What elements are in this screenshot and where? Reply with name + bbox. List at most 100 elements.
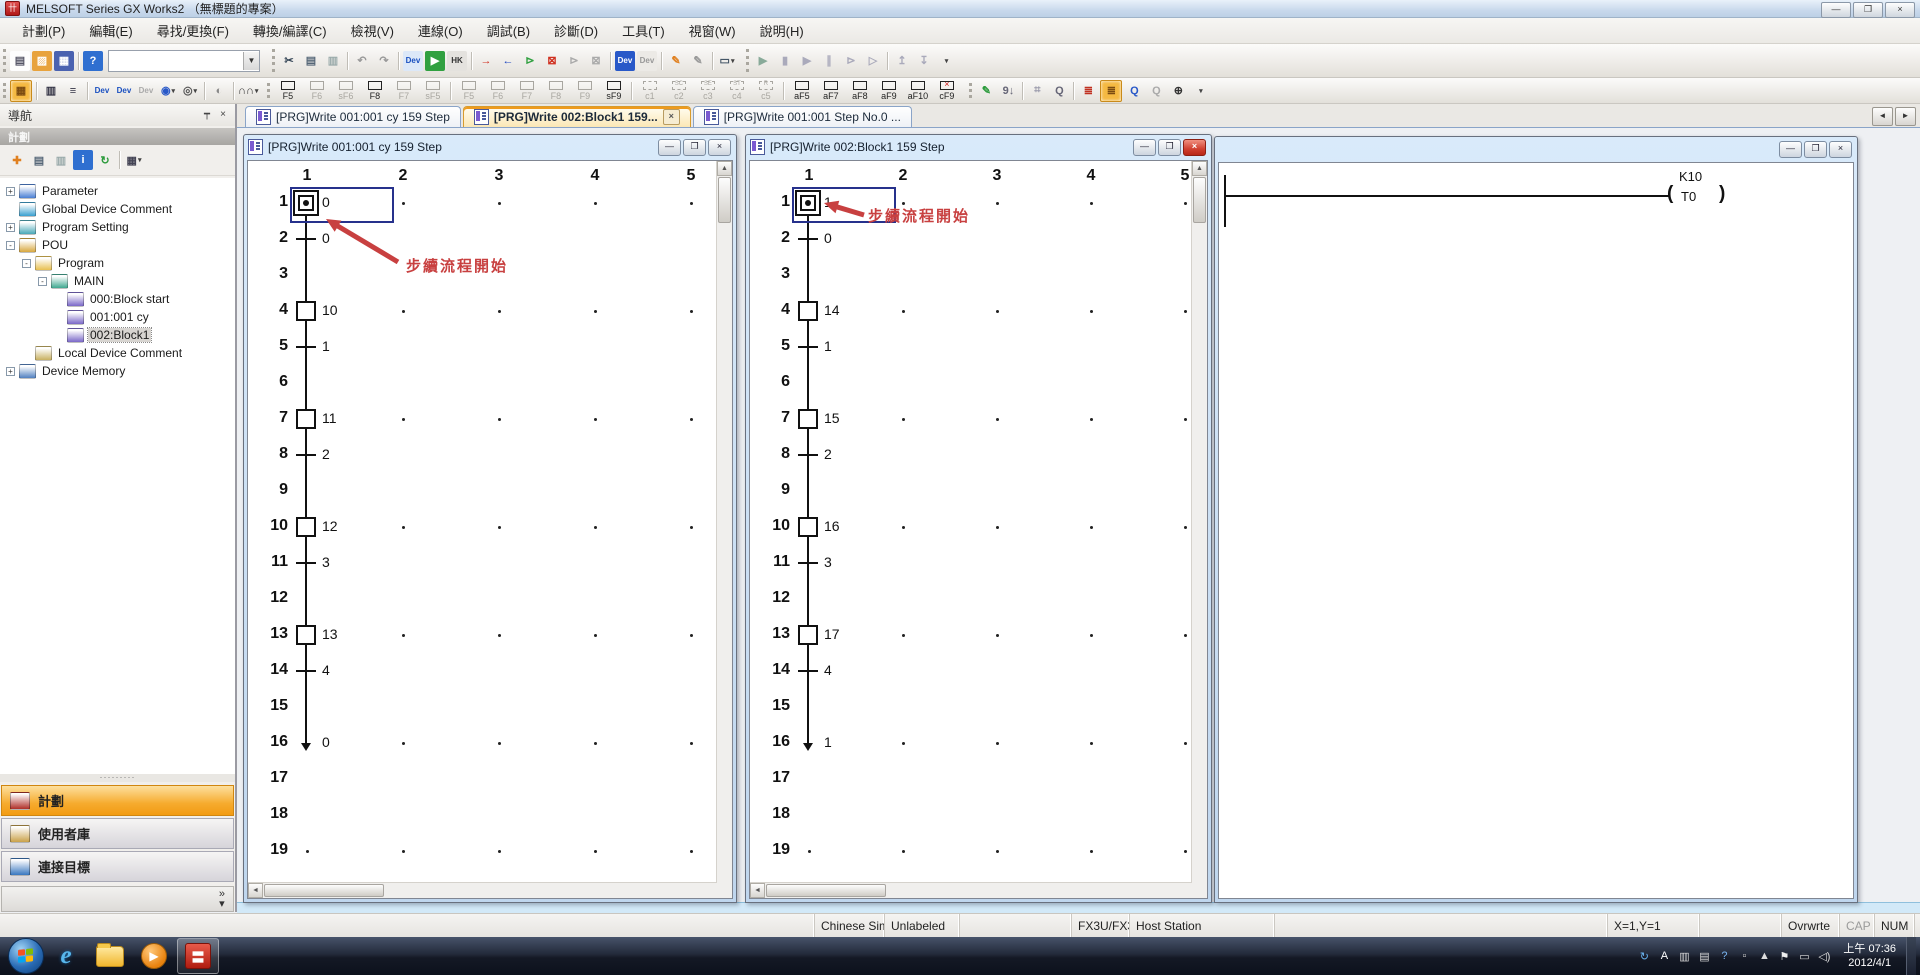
nav-sort-device-icon[interactable]: ▦▾ xyxy=(124,150,144,170)
scroll-up-icon[interactable]: ▲ xyxy=(717,161,732,176)
splitter-handle[interactable]: ········· xyxy=(0,774,235,782)
sfc-symbol-button-aF10[interactable]: aF10 xyxy=(903,79,932,102)
sfc-step[interactable] xyxy=(798,517,818,537)
ladder-window-titlebar[interactable]: —❐× xyxy=(1215,137,1857,161)
scrollbar-thumb[interactable] xyxy=(718,177,731,223)
sfc-transition[interactable] xyxy=(296,238,316,240)
document-tab-2[interactable]: [PRG]Write 002:Block1 159...× xyxy=(463,106,691,127)
tab-close-icon[interactable]: × xyxy=(663,109,680,125)
modify-value-icon[interactable]: HK xyxy=(447,51,467,71)
open-project-icon[interactable]: ▨ xyxy=(32,51,52,71)
nav-view-user-library-button[interactable]: 使用者庫 xyxy=(1,818,234,849)
child-minimize-button[interactable]: — xyxy=(1133,139,1156,156)
sfc-symbol-button-aF5[interactable]: aF5 xyxy=(787,79,816,102)
collapse-minus-icon[interactable]: - xyxy=(22,259,31,268)
explorer-folder-icon[interactable] xyxy=(89,938,131,974)
vertical-scrollbar[interactable]: ▲ xyxy=(1191,161,1207,883)
chevron-more-icon[interactable]: »▾ xyxy=(219,889,225,909)
nav-view-project-button[interactable]: 計劃 xyxy=(1,785,234,816)
tray-volume-icon[interactable]: ◁) xyxy=(1815,947,1833,965)
window-list-combo[interactable]: ▼ xyxy=(108,50,260,72)
sfc-step[interactable] xyxy=(798,301,818,321)
scan-up-icon[interactable]: ↥ xyxy=(892,51,912,71)
tab-scroll-left-icon[interactable]: ◄ xyxy=(1872,107,1893,126)
sfc-edit-area[interactable]: 1234512345678910111213141516171819001234… xyxy=(248,161,717,883)
child-restore-button[interactable]: ❐ xyxy=(683,139,706,156)
sfc-symbol-button-F8[interactable]: F8 xyxy=(360,79,389,102)
tree-item-002-block1[interactable]: 002:Block1 xyxy=(0,326,235,344)
tree-item-program-setting[interactable]: +Program Setting xyxy=(0,218,235,236)
show-desktop-button[interactable] xyxy=(1906,937,1916,975)
sfc-transition[interactable] xyxy=(296,454,316,456)
sfc-transition[interactable] xyxy=(296,346,316,348)
minimize-button[interactable]: — xyxy=(1821,2,1851,18)
sfc-step[interactable] xyxy=(296,625,316,645)
vertical-scrollbar[interactable]: ▲ xyxy=(716,161,732,883)
exec-find-icon[interactable]: ⊳ xyxy=(841,51,861,71)
sfc-block-list-icon[interactable]: ⌗ xyxy=(1027,81,1047,101)
copy-icon[interactable]: ▤ xyxy=(301,51,321,71)
toolbar-options-icon[interactable]: ▾ xyxy=(936,51,956,71)
expand-plus-icon[interactable]: + xyxy=(6,367,15,376)
cc-link-icon[interactable]: Dev xyxy=(136,81,156,101)
child-restore-button[interactable]: ❐ xyxy=(1804,141,1827,158)
monitor-stop-icon[interactable]: ⊠ xyxy=(542,51,562,71)
program-monitor-find-icon[interactable]: Q xyxy=(1124,81,1144,101)
menu-item-8[interactable]: 診斷(D) xyxy=(542,17,610,44)
scan-down-icon[interactable]: ↧ xyxy=(914,51,934,71)
close-icon[interactable]: × xyxy=(215,108,231,123)
sfc-symbol-button-cF9[interactable]: ×cF9 xyxy=(932,79,961,102)
sfc-symbol-button-c2[interactable]: SCc2 xyxy=(664,79,693,102)
tree-item-local-device-comment[interactable]: Local Device Comment xyxy=(0,344,235,362)
scroll-left-icon[interactable]: ◄ xyxy=(248,883,263,898)
tray-ime-panel-icon[interactable]: ▥ xyxy=(1675,947,1693,965)
monitor-start-all-icon[interactable]: ⊳ xyxy=(564,51,584,71)
child-close-button[interactable]: × xyxy=(1829,141,1852,158)
sfc-window-1-titlebar[interactable]: [PRG]Write 001:001 cy 159 Step—❐× xyxy=(244,135,736,159)
child-close-button[interactable]: × xyxy=(708,139,731,156)
sfc-initial-step[interactable] xyxy=(293,190,319,216)
menu-item-6[interactable]: 連線(O) xyxy=(406,17,475,44)
program-monitor-icon[interactable]: Q xyxy=(1146,81,1166,101)
sfc-step[interactable] xyxy=(296,517,316,537)
sfc-jump-arrow-icon[interactable] xyxy=(800,734,816,752)
tree-item-device-memory[interactable]: +Device Memory xyxy=(0,362,235,380)
child-restore-button[interactable]: ❐ xyxy=(1158,139,1181,156)
tray-help-icon[interactable]: ? xyxy=(1715,947,1733,965)
tree-item-program[interactable]: -Program xyxy=(0,254,235,272)
sfc-symbol-button-F5[interactable]: F5 xyxy=(454,79,483,102)
menu-item-3[interactable]: 尋找/更換(F) xyxy=(145,17,241,44)
device-reg-mon-icon[interactable]: Dev xyxy=(637,51,657,71)
device-eye-icon[interactable]: ◉▾ xyxy=(158,81,178,101)
save-project-icon[interactable]: ▦ xyxy=(54,51,74,71)
sfc-edit-area[interactable]: 1234512345678910111213141516171819101234… xyxy=(750,161,1192,883)
cross-reference-icon[interactable]: ∩∩▾ xyxy=(238,81,258,101)
nav-property-icon[interactable]: i xyxy=(73,150,93,170)
document-tab-1[interactable]: [PRG]Write 001:001 cy 159 Step xyxy=(245,106,461,127)
device-display-icon[interactable]: Dev xyxy=(403,51,423,71)
sfc-symbol-button-F6[interactable]: F6 xyxy=(302,79,331,102)
menu-item-4[interactable]: 轉換/編譯(C) xyxy=(241,17,339,44)
ladder-edit-area[interactable]: K10(T0) xyxy=(1219,163,1853,898)
sfc-symbol-button-aF9[interactable]: aF9 xyxy=(874,79,903,102)
device-comment-icon[interactable]: Dev xyxy=(92,81,112,101)
write-to-plc-icon[interactable]: → xyxy=(476,51,496,71)
sfc-symbol-button-F9[interactable]: F9 xyxy=(570,79,599,102)
media-player-icon[interactable]: ▶ xyxy=(133,938,175,974)
sfc-transition[interactable] xyxy=(798,346,818,348)
navigation-window-icon[interactable]: ▦ xyxy=(10,80,32,102)
sfc-step[interactable] xyxy=(798,625,818,645)
expand-plus-icon[interactable]: + xyxy=(6,223,15,232)
sfc-view-melsap3-icon[interactable]: ≣ xyxy=(1078,81,1098,101)
sfc-transition[interactable] xyxy=(798,238,818,240)
new-project-icon[interactable]: ▤ xyxy=(10,51,30,71)
menu-item-5[interactable]: 檢視(V) xyxy=(339,17,406,44)
ladder-window[interactable]: —❐×K10(T0) xyxy=(1214,136,1858,903)
tree-item-001-001-cy[interactable]: 001:001 cy xyxy=(0,308,235,326)
tray-window-icon[interactable]: ▫ xyxy=(1735,947,1753,965)
sfc-window-2-titlebar[interactable]: [PRG]Write 002:Block1 159 Step—❐× xyxy=(746,135,1211,159)
paste-icon[interactable]: ▥ xyxy=(323,51,343,71)
menu-item-10[interactable]: 視窗(W) xyxy=(677,17,748,44)
sfc-step[interactable] xyxy=(798,409,818,429)
sfc-symbol-button-c5[interactable]: Rc5 xyxy=(751,79,780,102)
